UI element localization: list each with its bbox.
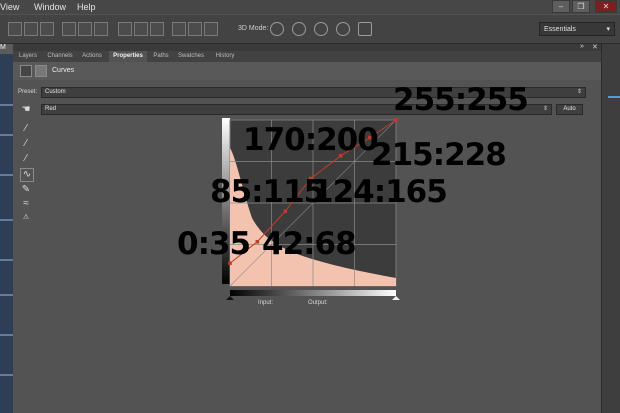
black-slider-icon[interactable] — [226, 296, 234, 300]
preset-label: Preset: — [18, 89, 38, 95]
tab-swatches[interactable]: Swatches — [174, 51, 208, 62]
annotation-42-68: 42:68 — [262, 226, 357, 262]
auto-button[interactable]: Auto — [556, 104, 583, 115]
clipping-warning-icon[interactable]: ⚠ — [20, 212, 32, 224]
tab-channels[interactable]: Channels — [43, 51, 77, 62]
smooth-icon[interactable]: ≈ — [20, 198, 32, 210]
document-tab-label: M — [0, 44, 6, 51]
options-bar: 3D Mode: Essentials ▾ — [0, 15, 620, 44]
black-point-eyedropper-icon[interactable]: ⁄ — [20, 123, 32, 135]
annotation-0-35: 0:35 — [177, 226, 251, 262]
right-panel-dock — [601, 44, 620, 413]
align-left-icon[interactable] — [62, 22, 76, 36]
roll-3d-icon[interactable] — [292, 22, 306, 36]
chevron-down-icon: ▾ — [606, 26, 610, 33]
menu-window[interactable]: Window — [34, 2, 66, 12]
slide-3d-icon[interactable] — [336, 22, 350, 36]
annotation-215-228: 215:228 — [371, 137, 507, 173]
curves-adjustment-icon — [20, 65, 32, 77]
workspace-label: Essentials — [544, 26, 576, 33]
rotate-3d-icon[interactable] — [270, 22, 284, 36]
distribute-bottom-icon[interactable] — [150, 22, 164, 36]
dock-indicator — [608, 96, 620, 98]
tab-history[interactable]: History — [210, 51, 240, 62]
input-gradient — [230, 290, 396, 296]
tab-actions[interactable]: Actions — [77, 51, 107, 62]
curve-point-tool-icon[interactable]: ∿ — [20, 168, 34, 182]
distribute-right-icon[interactable] — [204, 22, 218, 36]
white-point-eyedropper-icon[interactable]: ⁄ — [20, 153, 32, 165]
on-image-adjust-icon[interactable]: ☚ — [20, 104, 32, 116]
align-middle-icon[interactable] — [24, 22, 38, 36]
updown-icon: ⇕ — [542, 106, 548, 112]
curve-point[interactable] — [394, 118, 398, 122]
align-bottom-icon[interactable] — [40, 22, 54, 36]
distribute-center-icon[interactable] — [188, 22, 202, 36]
drag-3d-icon[interactable] — [314, 22, 328, 36]
document-canvas-strip — [0, 44, 13, 413]
annotation-255-255: 255:255 — [393, 82, 529, 118]
white-slider-icon[interactable] — [392, 296, 400, 300]
scale-3d-icon[interactable] — [358, 22, 372, 36]
3d-mode-label: 3D Mode: — [238, 25, 269, 32]
input-label: Input: — [258, 300, 274, 306]
align-right-icon[interactable] — [94, 22, 108, 36]
collapse-icon[interactable]: » — [580, 43, 584, 50]
tab-layers[interactable]: Layers — [13, 51, 43, 62]
preset-value: Custom — [45, 89, 66, 95]
layer-mask-icon[interactable] — [35, 65, 47, 77]
workspace-select[interactable]: Essentials ▾ — [539, 22, 615, 36]
document-tab[interactable]: M — [0, 44, 13, 54]
annotation-85-115: 85:115 — [210, 174, 325, 210]
panel-close-icon[interactable]: ✕ — [592, 43, 598, 51]
adjustment-title: Curves — [52, 67, 75, 74]
close-icon[interactable]: ✕ — [595, 0, 617, 13]
pencil-icon[interactable]: ✎ — [20, 184, 32, 196]
distribute-left-icon[interactable] — [172, 22, 186, 36]
panel-collapse-bar: » ✕ — [13, 43, 601, 51]
properties-header: Curves — [13, 62, 601, 81]
updown-icon: ⇕ — [576, 89, 582, 95]
menu-view[interactable]: View — [0, 2, 19, 12]
curve-point[interactable] — [255, 239, 260, 244]
align-top-icon[interactable] — [8, 22, 22, 36]
minimize-icon[interactable]: – — [552, 0, 570, 13]
annotation-170-200: 170:200 — [243, 122, 379, 158]
menu-help[interactable]: Help — [77, 2, 96, 12]
tab-paths[interactable]: Paths — [149, 51, 173, 62]
restore-icon[interactable]: ❐ — [572, 0, 590, 13]
gray-point-eyedropper-icon[interactable]: ⁄ — [20, 138, 32, 150]
annotation-124-165: 124:165 — [312, 174, 448, 210]
menu-bar: View Window Help – ❐ ✕ — [0, 0, 620, 14]
channel-value: Red — [45, 106, 57, 112]
output-label: Output: — [308, 300, 328, 306]
distribute-middle-icon[interactable] — [134, 22, 148, 36]
align-center-icon[interactable] — [78, 22, 92, 36]
tab-properties[interactable]: Properties — [109, 51, 147, 62]
distribute-top-icon[interactable] — [118, 22, 132, 36]
